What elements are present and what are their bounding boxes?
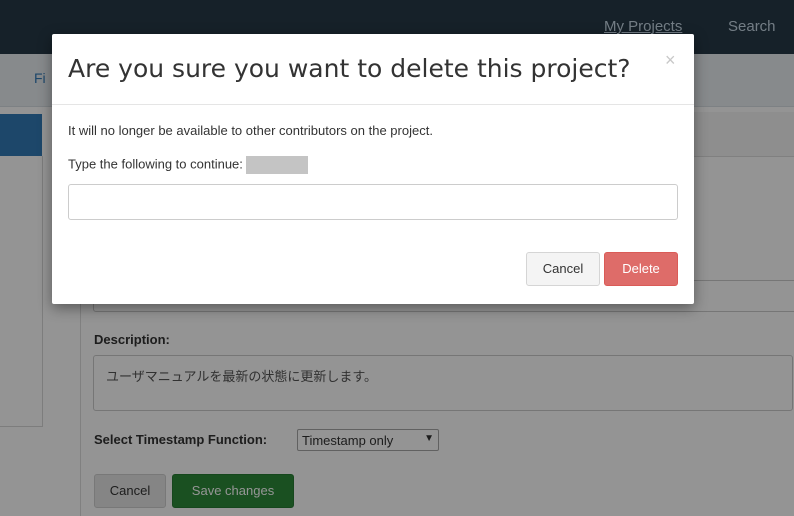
modal-delete-button[interactable]: Delete	[604, 252, 678, 286]
modal-confirm-prompt-text: Type the following to continue:	[68, 156, 243, 172]
modal-warning-text: It will no longer be available to other …	[68, 123, 433, 138]
modal-header: Are you sure you want to delete this pro…	[52, 34, 694, 105]
modal-title: Are you sure you want to delete this pro…	[68, 54, 631, 83]
redacted-project-name	[245, 156, 308, 174]
modal-cancel-button[interactable]: Cancel	[526, 252, 600, 286]
modal-confirm-prompt: Type the following to continue:	[68, 156, 308, 174]
close-icon[interactable]: ×	[665, 50, 676, 71]
delete-project-modal: Are you sure you want to delete this pro…	[52, 34, 694, 304]
confirm-project-name-input[interactable]	[68, 184, 678, 220]
